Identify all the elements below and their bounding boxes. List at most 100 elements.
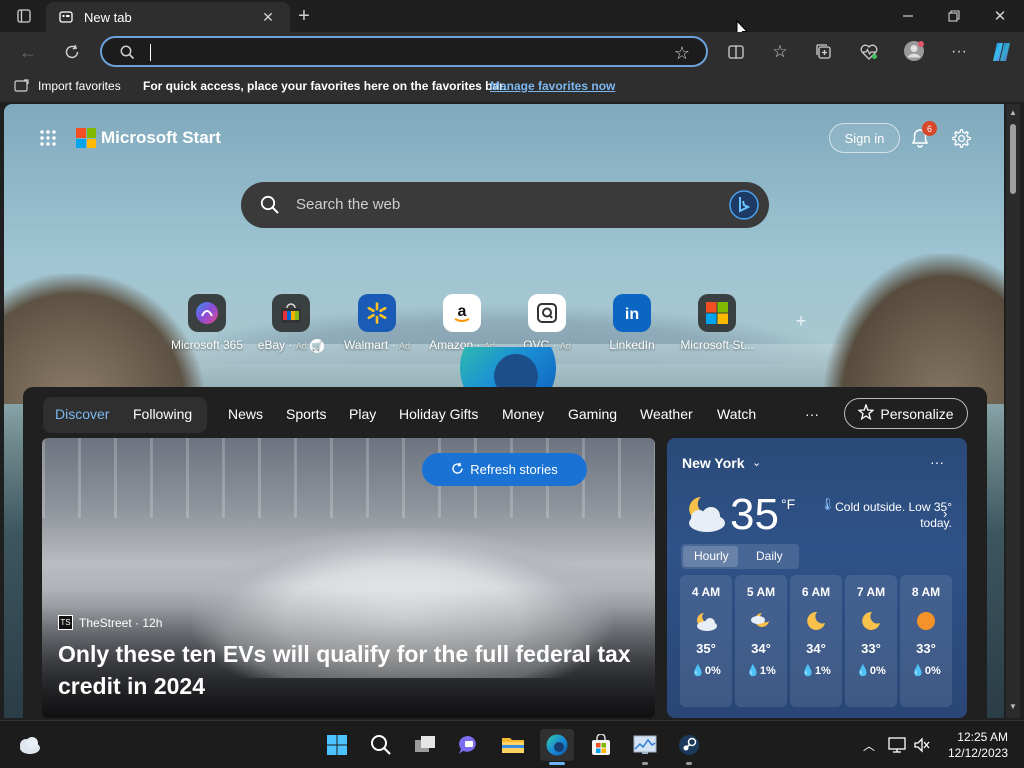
tab-actions-icon[interactable] (14, 7, 34, 25)
collections-icon[interactable] (813, 41, 835, 63)
system-clock[interactable]: 12:25 AM 12/12/2023 (944, 729, 1008, 761)
profile-avatar[interactable] (902, 39, 926, 63)
manage-favorites-link[interactable]: Manage favorites now (490, 79, 615, 93)
hourly-forecast-item[interactable]: 8 AM 33° 💧0% (900, 575, 952, 707)
task-manager-icon[interactable] (628, 729, 662, 765)
split-screen-icon[interactable] (725, 41, 747, 63)
story-headline[interactable]: Only these ten EVs will qualify for the … (58, 638, 648, 702)
start-windows-icon[interactable] (320, 729, 354, 761)
scrollbar-thumb[interactable] (1010, 124, 1016, 194)
tab-following[interactable]: Following (133, 406, 192, 422)
favorites-bar-hint: For quick access, place your favorites h… (143, 79, 507, 93)
forecast-precip: 1% (814, 665, 831, 677)
more-menu-icon[interactable]: ··· (948, 41, 970, 63)
partly-cloudy-night-icon (735, 607, 787, 635)
refresh-icon[interactable] (61, 41, 83, 63)
chevron-up-icon[interactable]: ︿ (860, 736, 878, 754)
forecast-time: 4 AM (691, 585, 721, 599)
quick-link-label: Microsoft 365 (170, 338, 244, 352)
svg-text:a: a (458, 303, 467, 320)
import-favorites-icon[interactable] (14, 78, 30, 94)
weather-card[interactable]: New York ⌄ ··· 35 °F 🌡 Cold outside. Low… (667, 438, 967, 718)
tab-money[interactable]: Money (502, 406, 544, 422)
shopping-cart-icon: 🛒 (310, 338, 325, 353)
add-quick-link-plus-icon[interactable]: + (792, 311, 810, 331)
address-bar[interactable]: ☆ (100, 36, 708, 67)
ebay-icon (272, 294, 310, 332)
sun-icon (900, 607, 952, 635)
personalize-button[interactable]: Personalize (844, 398, 968, 429)
quick-link-qvc[interactable]: QVC · Ad (502, 294, 592, 352)
copilot-icon[interactable] (989, 39, 1015, 65)
display-icon[interactable] (887, 736, 907, 754)
sign-in-button[interactable]: Sign in (829, 123, 900, 153)
bing-icon[interactable] (728, 189, 760, 221)
taskbar-search-icon[interactable] (364, 729, 398, 761)
weather-more-icon[interactable]: ··· (930, 454, 944, 470)
tab-news[interactable]: News (228, 406, 263, 422)
tab-sports[interactable]: Sports (286, 406, 326, 422)
tab-weather[interactable]: Weather (640, 406, 693, 422)
tab-holiday-gifts[interactable]: Holiday Gifts (399, 406, 478, 422)
quick-link-ebay[interactable]: eBay · Ad 🛒 (246, 294, 336, 353)
microsoft-start-brand[interactable]: Microsoft Start (101, 128, 221, 148)
web-search-box[interactable]: Search the web (241, 182, 769, 228)
weather-widget-icon[interactable] (12, 729, 46, 761)
page-scrollbar[interactable]: ▲ ▼ (1006, 104, 1020, 718)
refresh-stories-button[interactable]: Refresh stories (422, 453, 587, 486)
restore-icon[interactable] (944, 6, 964, 26)
favorite-star-icon[interactable]: ☆ (672, 43, 692, 63)
temperature-unit[interactable]: °F (781, 496, 795, 512)
hourly-forecast-item[interactable]: 4 AM 35° 💧0% (680, 575, 732, 707)
raindrop-icon: 💧 (691, 665, 705, 677)
forecast-temp: 33° (861, 641, 881, 656)
quick-link-linkedin[interactable]: in LinkedIn (587, 294, 677, 352)
news-feed-panel: Discover Following News Sports Play Holi… (23, 387, 987, 718)
import-favorites-link[interactable]: Import favorites (38, 79, 121, 93)
tab-new-tab[interactable]: New tab ✕ (46, 2, 290, 32)
teams-chat-icon[interactable] (452, 729, 486, 761)
tab-watch[interactable]: Watch (717, 406, 756, 422)
weather-view-tabs: Hourly Daily (681, 544, 799, 569)
scroll-up-arrow-icon[interactable]: ▲ (1009, 108, 1017, 117)
new-tab-plus-icon[interactable]: + (294, 5, 314, 27)
tab-hourly[interactable]: Hourly (694, 549, 729, 563)
microsoft-store-icon[interactable] (584, 729, 618, 761)
back-arrow-icon[interactable]: ← (17, 41, 39, 63)
edge-browser-icon[interactable] (540, 729, 574, 765)
favorites-icon[interactable]: ☆ (769, 41, 791, 63)
refresh-label: Refresh stories (470, 462, 558, 477)
forecast-temp: 35° (696, 641, 716, 656)
minimize-icon[interactable] (898, 6, 918, 26)
weather-location[interactable]: New York (682, 455, 745, 471)
steam-icon[interactable] (672, 729, 706, 765)
top-story-card[interactable]: Refresh stories TS TheStreet · 12h Only … (42, 438, 655, 718)
more-tabs-icon[interactable]: ··· (805, 406, 819, 422)
tab-gaming[interactable]: Gaming (568, 406, 617, 422)
browser-toolbar: ← ☆ ☆ ··· (0, 32, 1024, 72)
text-caret (150, 44, 151, 61)
close-tab-icon[interactable]: ✕ (260, 9, 276, 25)
quick-link-label: eBay (257, 338, 286, 352)
chevron-down-icon[interactable]: ⌄ (752, 456, 761, 469)
quick-link-amazon[interactable]: a Amazon · Ad (417, 294, 507, 352)
close-window-icon[interactable]: ✕ (990, 6, 1010, 26)
quick-link-walmart[interactable]: Walmart · Ad (332, 294, 422, 352)
tab-play[interactable]: Play (349, 406, 376, 422)
hourly-forecast-item[interactable]: 6 AM 34° 💧1% (790, 575, 842, 707)
hourly-forecast-item[interactable]: 5 AM 34° 💧1% (735, 575, 787, 707)
chevron-right-icon[interactable]: › (943, 506, 947, 521)
tab-discover[interactable]: Discover (55, 406, 109, 422)
app-launcher-icon[interactable] (37, 127, 59, 149)
tab-daily[interactable]: Daily (756, 549, 783, 563)
browser-essentials-icon[interactable] (858, 41, 880, 63)
quick-link-microsoft-store[interactable]: Microsoft St... (672, 294, 762, 352)
settings-gear-icon[interactable] (949, 126, 973, 150)
task-view-icon[interactable] (408, 729, 442, 761)
quick-link-microsoft-365[interactable]: Microsoft 365 (162, 294, 252, 352)
file-explorer-icon[interactable] (496, 729, 530, 761)
scroll-down-arrow-icon[interactable]: ▼ (1009, 702, 1017, 711)
hourly-forecast-item[interactable]: 7 AM 33° 💧0% (845, 575, 897, 707)
volume-muted-icon[interactable] (912, 736, 932, 754)
search-icon (118, 43, 136, 61)
